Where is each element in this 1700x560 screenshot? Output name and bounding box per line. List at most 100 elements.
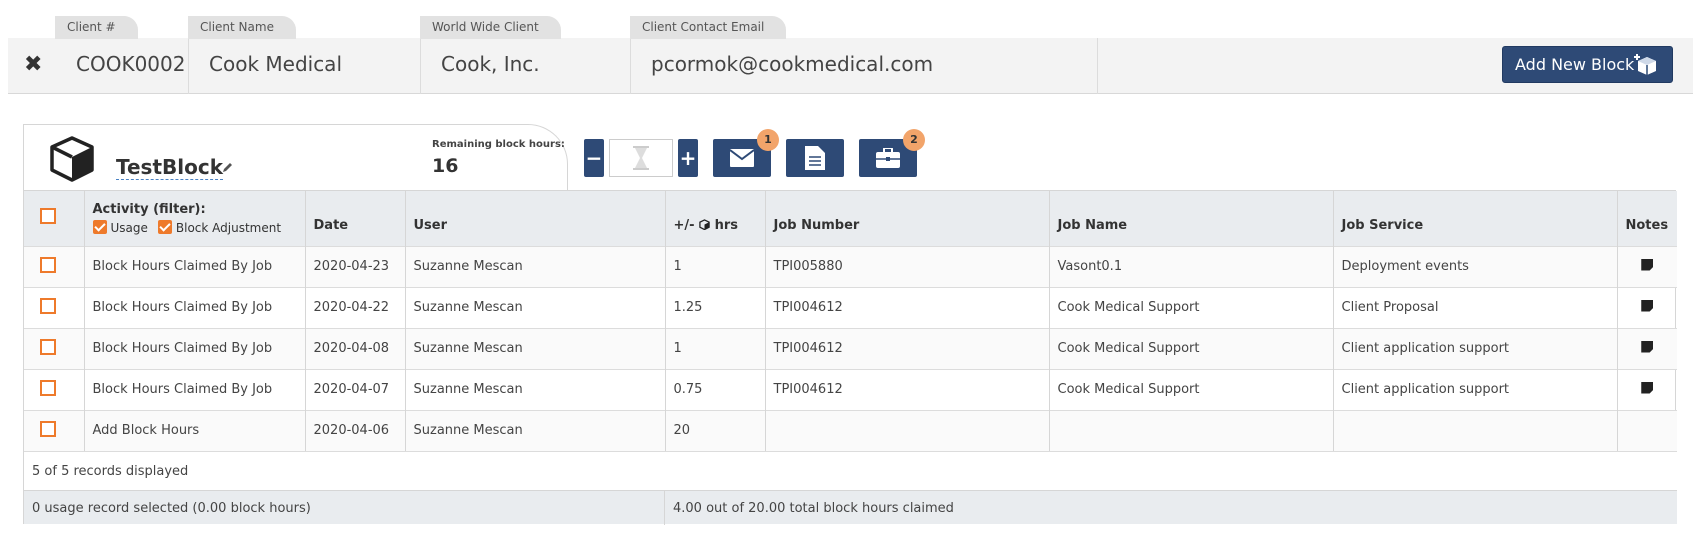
client-name-value: Cook Medical [209,52,342,76]
world-wide-client-label: World Wide Client [420,16,561,39]
user-cell: Suzanne Mescan [405,369,666,410]
table-row[interactable]: Block Hours Claimed By Job 2020-04-23 Su… [24,246,1677,287]
job-service-header[interactable]: Job Service [1333,191,1618,246]
hours-header[interactable]: +/- hrs [665,191,766,246]
cube-icon [50,136,94,182]
table-row[interactable]: Block Hours Claimed By Job 2020-04-08 Su… [24,328,1677,369]
table-summary-bar: 0 usage record selected (0.00 block hour… [24,490,1677,525]
cube-small-icon [699,218,710,231]
world-wide-client-value: Cook, Inc. [441,52,540,76]
increase-hours-button[interactable]: + [678,139,698,177]
job-service-cell: Client application support [1333,369,1618,410]
claimed-summary: 4.00 out of 20.00 total block hours clai… [664,491,962,525]
activity-cell: Block Hours Claimed By Job [84,369,306,410]
select-all-checkbox[interactable] [40,208,56,225]
job-service-cell: Client Proposal [1333,287,1618,328]
hours-cell: 1.25 [665,287,766,328]
user-cell: Suzanne Mescan [405,410,666,451]
hours-cell: 1 [665,328,766,369]
job-number-cell: TPI004612 [765,328,1050,369]
user-cell: Suzanne Mescan [405,246,666,287]
job-name-cell: Vasont0.1 [1049,246,1334,287]
job-number-header[interactable]: Job Number [765,191,1050,246]
activity-header-label: Activity (filter): [92,201,206,217]
job-number-cell [765,410,1050,451]
row-checkbox[interactable] [40,379,56,396]
job-name-cell: Cook Medical Support [1049,328,1334,369]
world-wide-client-cell: World Wide Client Cook, Inc. [420,16,631,94]
row-checkbox[interactable] [40,297,56,314]
remaining-hours-value: 16 [432,155,459,177]
pencil-icon[interactable] [222,161,234,173]
remaining-hours-label: Remaining block hours: [432,139,565,150]
block-usage-table: Activity (filter): Usage Block Adjustment… [23,190,1677,525]
activity-cell: Block Hours Claimed By Job [84,287,306,328]
activity-cell: Block Hours Claimed By Job [84,246,306,287]
date-cell: 2020-04-07 [305,369,406,410]
job-number-cell: TPI004612 [765,287,1050,328]
job-name-cell: Cook Medical Support [1049,287,1334,328]
date-cell: 2020-04-06 [305,410,406,451]
hours-cell: 0.75 [665,369,766,410]
note-icon[interactable] [1641,258,1654,271]
activity-cell: Block Hours Claimed By Job [84,328,306,369]
note-icon[interactable] [1641,299,1654,312]
decrease-hours-button[interactable]: − [584,139,604,177]
job-service-cell [1333,410,1618,451]
date-header[interactable]: Date [305,191,406,246]
note-icon[interactable] [1641,381,1654,394]
row-checkbox[interactable] [40,420,56,437]
client-name-label: Client Name [188,16,296,39]
table-row[interactable]: Block Hours Claimed By Job 2020-04-22 Su… [24,287,1677,328]
user-cell: Suzanne Mescan [405,328,666,369]
job-name-cell [1049,410,1334,451]
email-badge: 1 [757,129,779,151]
add-new-block-button[interactable]: Add New Block [1502,46,1673,83]
table-row[interactable]: Block Hours Claimed By Job 2020-04-07 Su… [24,369,1677,410]
client-number-label: Client # [55,16,138,39]
document-icon [805,146,825,170]
date-cell: 2020-04-23 [305,246,406,287]
document-button[interactable] [786,139,844,177]
row-checkbox[interactable] [40,338,56,355]
add-new-block-label: Add New Block [1515,55,1635,74]
client-number-value: COOK0002 [76,52,186,76]
user-header[interactable]: User [405,191,666,246]
job-name-header[interactable]: Job Name [1049,191,1334,246]
client-header: ✖ Client # COOK0002 Client Name Cook Med… [8,16,1693,94]
briefcase-icon [876,148,900,168]
filter-block-adjustment-checkbox[interactable] [157,219,172,234]
job-number-cell: TPI004612 [765,369,1050,410]
activity-cell: Add Block Hours [84,410,306,451]
filter-usage-checkbox[interactable] [92,219,107,234]
briefcase-badge: 2 [903,129,925,151]
hours-input[interactable] [609,139,673,177]
job-name-cell: Cook Medical Support [1049,369,1334,410]
records-displayed: 5 of 5 records displayed [24,451,1677,490]
client-number-cell: Client # COOK0002 [55,16,189,94]
filter-usage-label: Usage [110,220,148,235]
note-icon[interactable] [1641,340,1654,353]
filter-block-adjustment-label: Block Adjustment [175,220,282,235]
contact-email-label: Client Contact Email [630,16,787,39]
date-cell: 2020-04-08 [305,328,406,369]
date-cell: 2020-04-22 [305,287,406,328]
hours-cell: 20 [665,410,766,451]
close-icon[interactable]: ✖ [24,53,42,77]
job-service-cell: Client application support [1333,328,1618,369]
hours-cell: 1 [665,246,766,287]
client-name-cell: Client Name Cook Medical [188,16,421,94]
user-cell: Suzanne Mescan [405,287,666,328]
hours-header-prefix: +/- [673,217,695,233]
table-header-row: Activity (filter): Usage Block Adjustment… [24,191,1677,246]
selected-summary: 0 usage record selected (0.00 block hour… [32,501,311,516]
envelope-icon [730,149,754,167]
table-row[interactable]: Add Block Hours 2020-04-06 Suzanne Mesca… [24,410,1677,451]
block-name[interactable]: TestBlock [116,155,224,180]
contact-email-cell: Client Contact Email pcormok@cookmedical… [630,16,1098,94]
cube-plus-icon [1634,54,1656,75]
row-checkbox[interactable] [40,256,56,273]
notes-header: Notes [1625,217,1669,233]
job-service-cell: Deployment events [1333,246,1618,287]
job-number-cell: TPI005880 [765,246,1050,287]
